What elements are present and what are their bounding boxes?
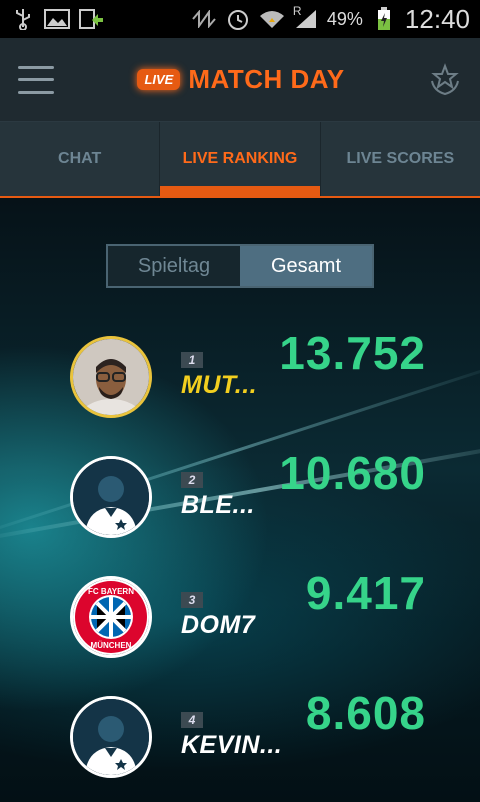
player-score: 10.680 (279, 447, 426, 499)
usb-icon (10, 8, 36, 30)
gallery-icon (44, 8, 70, 30)
status-right-icons: R 49% 12:40 (191, 4, 470, 35)
player-name: KEVIN... (181, 731, 283, 759)
trophy-icon[interactable] (428, 62, 462, 97)
player-score: 13.752 (279, 327, 426, 379)
player-name: DOM7 (181, 611, 256, 639)
segment-spieltag[interactable]: Spieltag (108, 246, 240, 286)
player-score: 8.608 (305, 687, 426, 739)
ranking-row[interactable]: 2 BLE... 10.680 (0, 447, 480, 556)
battery-icon (371, 7, 397, 30)
segment-gesamt[interactable]: Gesamt (240, 246, 372, 286)
ranking-row[interactable]: 1 MUT... 13.752 (0, 327, 480, 436)
default-player-icon (73, 699, 149, 775)
app-bar: LIVE MATCH DAY (0, 38, 480, 122)
rank-number: 3 (181, 592, 203, 608)
signal-icon: R (293, 4, 319, 30)
ranking-row[interactable]: 4 KEVIN... 8.608 (0, 687, 480, 796)
rank-number: 2 (181, 472, 203, 488)
avatar[interactable] (70, 696, 152, 778)
rank-number: 4 (181, 712, 203, 728)
download-complete-icon (78, 8, 104, 30)
battery-percent: 49% (326, 8, 363, 29)
app-title: MATCH DAY (188, 64, 345, 94)
fc-bayern-crest-icon: FC BAYERN MÜNCHEN (73, 579, 149, 655)
clock: 12:40 (404, 3, 470, 34)
wifi-icon (259, 8, 285, 30)
avatar[interactable] (70, 456, 152, 538)
tab-live-ranking[interactable]: LIVE RANKING (159, 122, 320, 196)
tab-live-scores[interactable]: LIVE SCORES (319, 122, 480, 196)
ranking-content[interactable]: Spieltag Gesamt 1 MUT... 13.752 2 BLE...… (0, 198, 480, 802)
nfc-icon (191, 8, 217, 30)
player-name: MUT... (181, 371, 258, 399)
tab-chat[interactable]: CHAT (0, 122, 159, 196)
user-photo-icon (73, 339, 149, 415)
crest-bottom-text: MÜNCHEN (91, 641, 132, 650)
rank-number: 1 (181, 352, 203, 368)
live-badge: LIVE (137, 69, 181, 90)
avatar[interactable] (70, 336, 152, 418)
ranking-row[interactable]: FC BAYERN MÜNCHEN 3 DOM7 9.417 (0, 567, 480, 676)
default-player-icon (73, 459, 149, 535)
alarm-icon (225, 8, 251, 30)
status-bar: R 49% 12:40 (0, 0, 480, 38)
roaming-label: R (292, 4, 302, 18)
hamburger-menu-icon[interactable] (18, 65, 54, 94)
avatar[interactable]: FC BAYERN MÜNCHEN (70, 576, 152, 658)
tab-bar: CHAT LIVE RANKING LIVE SCORES (0, 122, 480, 198)
player-name: BLE... (181, 491, 255, 519)
crest-top-text: FC BAYERN (88, 587, 134, 596)
player-score: 9.417 (305, 567, 426, 619)
ranking-period-toggle: Spieltag Gesamt (106, 244, 374, 288)
app-logo: LIVE MATCH DAY (137, 64, 344, 95)
status-left-icons (10, 8, 104, 30)
